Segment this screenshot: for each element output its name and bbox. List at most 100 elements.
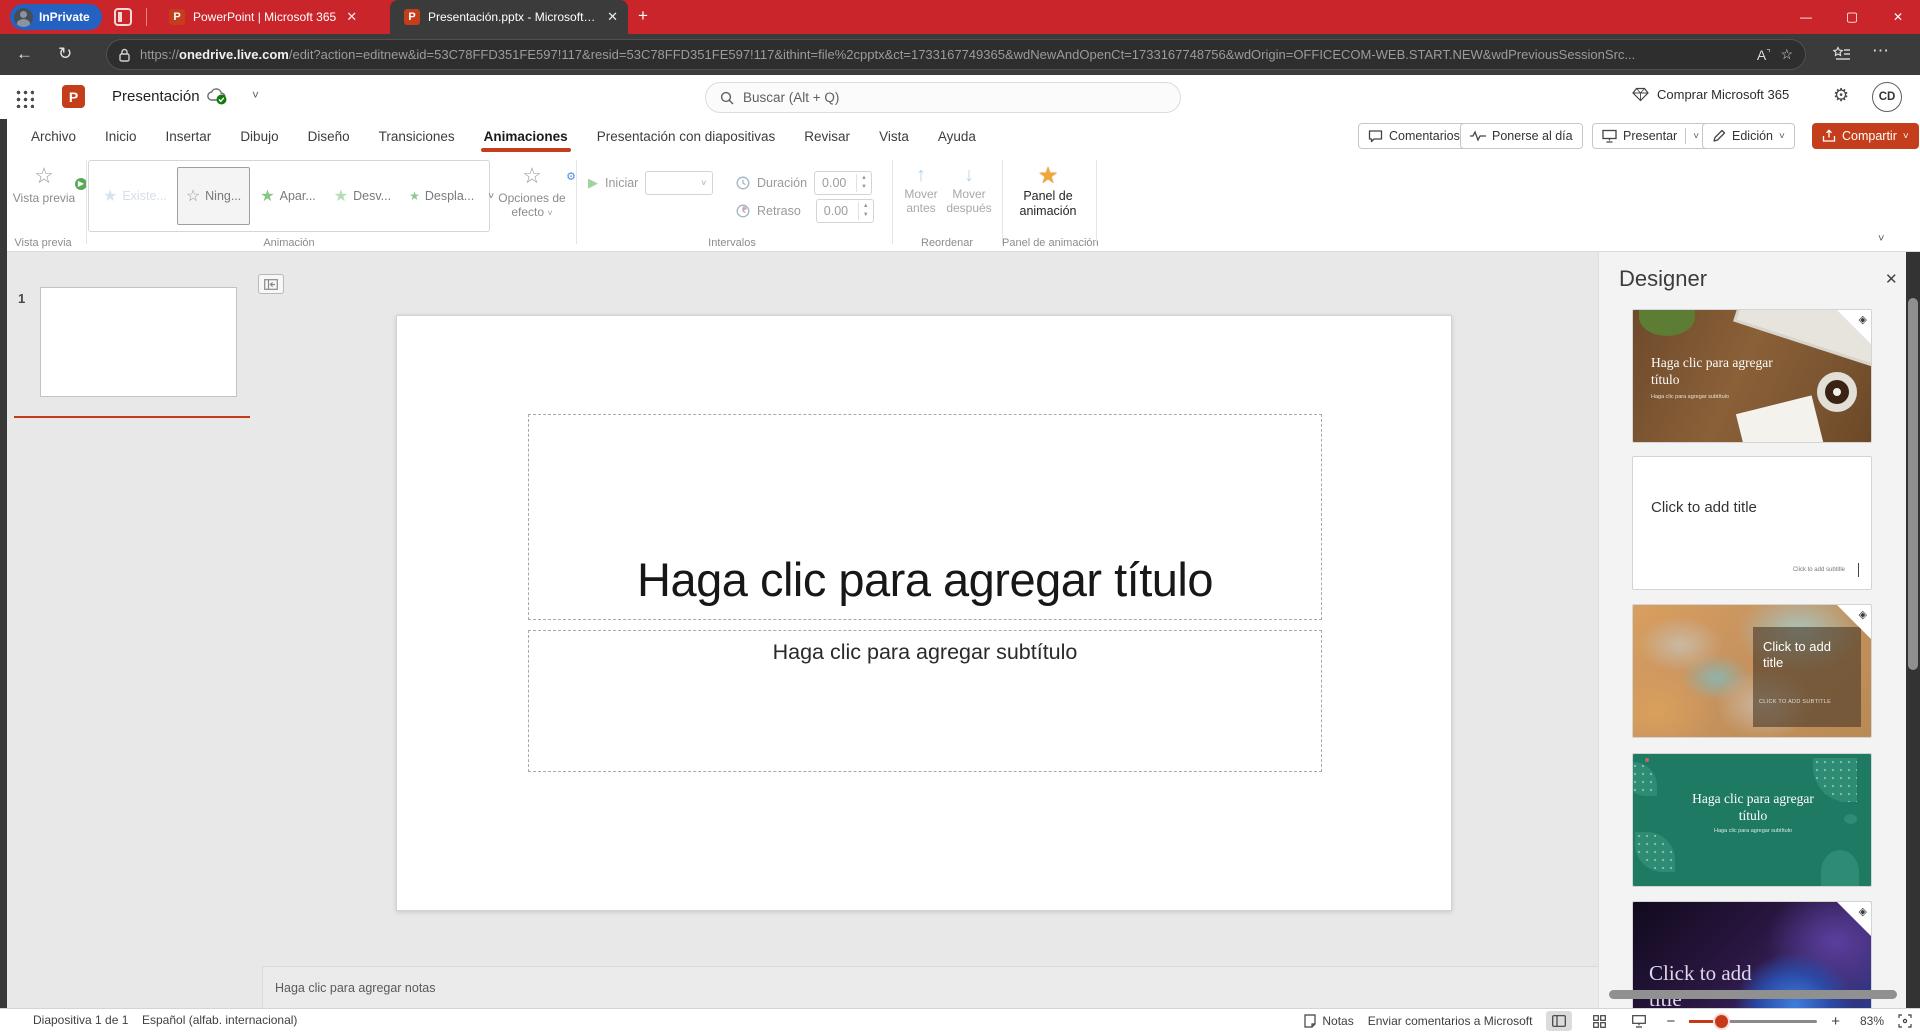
tab-actions-icon[interactable] — [114, 8, 132, 26]
start-dropdown[interactable]: ˅ — [645, 171, 713, 195]
editing-mode-button[interactable]: Edición ˅ — [1702, 123, 1795, 149]
document-title[interactable]: Presentación — [112, 88, 200, 105]
slideshow-view-button[interactable] — [1626, 1011, 1652, 1031]
url-text[interactable]: https://onedrive.live.com/edit?action=ed… — [140, 47, 1747, 62]
animation-aparecer[interactable]: ★ Apar... — [252, 167, 323, 225]
ribbon: ☆ Vista previa Vista previa ★ Existe... … — [0, 153, 1920, 252]
tab-archivo[interactable]: Archivo — [30, 129, 77, 144]
zoom-percentage[interactable]: 83% — [1854, 1014, 1884, 1028]
premium-diamond-icon: ◈ — [1859, 608, 1867, 621]
share-button[interactable]: Compartir ˅ — [1812, 123, 1919, 149]
tab-diseno[interactable]: Diseño — [307, 129, 351, 144]
buy-microsoft365-button[interactable]: Comprar Microsoft 365 — [1632, 87, 1789, 102]
tab-animaciones[interactable]: Animaciones — [483, 129, 569, 144]
slide-thumbnail-1[interactable] — [40, 287, 237, 397]
duration-input[interactable]: 0.00 ▲▼ — [814, 171, 872, 195]
title-placeholder[interactable]: Haga clic para agregar título — [528, 414, 1322, 620]
account-avatar[interactable]: CD — [1872, 82, 1902, 112]
lock-icon — [119, 48, 130, 62]
read-aloud-icon[interactable]: A⌝ — [1757, 47, 1771, 63]
animation-existe[interactable]: ★ Existe... — [95, 167, 175, 225]
tab-title: PowerPoint | Microsoft 365 — [193, 10, 336, 24]
browser-tab-powerpoint[interactable]: P PowerPoint | Microsoft 365 ✕ — [155, 0, 387, 34]
close-window-button[interactable]: ✕ — [1876, 0, 1920, 34]
duration-row: Duración 0.00 ▲▼ — [736, 171, 872, 195]
design-suggestion-1[interactable]: Haga clic para agregar título Haga clic … — [1632, 309, 1872, 443]
maximize-button[interactable]: ▢ — [1830, 0, 1874, 34]
feedback-link[interactable]: Enviar comentarios a Microsoft — [1368, 1014, 1533, 1028]
language-status[interactable]: Español (alfab. internacional) — [142, 1013, 297, 1027]
star-icon: ★ — [103, 186, 117, 206]
tab-dibujo[interactable]: Dibujo — [239, 129, 279, 144]
new-tab-button[interactable]: + — [638, 6, 648, 26]
subtitle-placeholder[interactable]: Haga clic para agregar subtítulo — [528, 630, 1322, 772]
thumbnail-art — [1858, 563, 1859, 577]
gallery-expand-icon[interactable]: ˅ — [488, 191, 494, 202]
vertical-scrollbar[interactable] — [1908, 298, 1918, 670]
refresh-icon[interactable]: ↻ — [58, 43, 72, 65]
close-designer-icon[interactable]: ✕ — [1885, 270, 1898, 288]
app-launcher-icon[interactable] — [14, 88, 34, 108]
favorite-star-icon[interactable]: ☆ — [1780, 46, 1793, 63]
tab-ayuda[interactable]: Ayuda — [937, 129, 977, 144]
gear-icon[interactable]: ⚙ — [1833, 85, 1849, 106]
design-suggestion-4[interactable]: Haga clic para agregar título Haga clic … — [1632, 753, 1872, 887]
spinner-arrows-icon[interactable]: ▲▼ — [858, 202, 873, 220]
tab-inicio[interactable]: Inicio — [104, 129, 138, 144]
powerpoint-logo[interactable]: P — [62, 85, 85, 108]
inprivate-badge[interactable]: InPrivate — [10, 4, 102, 30]
minimize-button[interactable]: — — [1784, 0, 1828, 34]
designer-horizontal-scrollbar[interactable] — [1609, 990, 1897, 999]
move-earlier-button[interactable]: ↑ Mover antes — [896, 163, 946, 215]
browser-tab-presentation[interactable]: P Presentación.pptx - Microsoft Pow ✕ — [390, 0, 628, 34]
animation-pane-button[interactable]: ★ Panel de animación — [1006, 161, 1090, 219]
slide-sorter-view-button[interactable] — [1586, 1011, 1612, 1031]
thumbnail-art — [1821, 850, 1859, 887]
tabstrip-divider — [146, 8, 147, 26]
close-tab-icon[interactable]: ✕ — [607, 9, 618, 25]
delay-input[interactable]: 0.00 ▲▼ — [816, 199, 874, 223]
tab-presentacion-con-diapositivas[interactable]: Presentación con diapositivas — [596, 129, 777, 144]
slide-canvas[interactable]: Haga clic para agregar título Haga clic … — [396, 315, 1452, 911]
favorites-bar-icon[interactable] — [1833, 46, 1851, 62]
slide-count[interactable]: Diapositiva 1 de 1 — [33, 1013, 128, 1027]
present-button[interactable]: Presentar ˅ — [1592, 123, 1709, 149]
zoom-out-button[interactable]: − — [1666, 1013, 1675, 1030]
saved-cloud-icon[interactable] — [205, 87, 229, 105]
tab-vista[interactable]: Vista — [878, 129, 910, 144]
status-bar: Diapositiva 1 de 1 Español (alfab. inter… — [0, 1008, 1920, 1032]
animation-ninguna[interactable]: ☆ Ning... — [177, 167, 250, 225]
tab-revisar[interactable]: Revisar — [803, 129, 851, 144]
animation-desplazar[interactable]: ★ Despla... — [401, 167, 482, 225]
design-suggestion-3[interactable]: Click to add title CLICK TO ADD SUBTITLE… — [1632, 604, 1872, 738]
collapse-ribbon-icon[interactable]: ˅ — [1878, 233, 1884, 245]
preview-button[interactable]: ☆ Vista previa — [8, 161, 80, 205]
catch-up-button[interactable]: Ponerse al día — [1460, 123, 1583, 149]
design-suggestion-2[interactable]: Click to add title Click to add subtitle — [1632, 456, 1872, 590]
browser-menu-icon[interactable]: ⋯ — [1872, 41, 1889, 61]
zoom-slider[interactable] — [1689, 1020, 1817, 1023]
zoom-in-button[interactable]: + — [1831, 1013, 1840, 1030]
thumbnail-art — [1639, 309, 1695, 336]
animation-desvanecer[interactable]: ★ Desv... — [326, 167, 399, 225]
zoom-slider-knob[interactable] — [1715, 1015, 1728, 1028]
address-bar[interactable]: https://onedrive.live.com/edit?action=ed… — [106, 39, 1806, 70]
tab-insertar[interactable]: Insertar — [165, 129, 213, 144]
notes-area[interactable]: Haga clic para agregar notas — [262, 966, 1598, 1008]
search-input[interactable]: Buscar (Alt + Q) — [705, 82, 1181, 113]
move-later-button[interactable]: ↓ Mover después — [944, 163, 994, 215]
normal-view-button[interactable] — [1546, 1011, 1572, 1031]
slideshow-icon — [1632, 1015, 1646, 1028]
spinner-arrows-icon[interactable]: ▲▼ — [856, 174, 871, 192]
tab-transiciones[interactable]: Transiciones — [378, 129, 456, 144]
pulse-icon — [1470, 130, 1486, 142]
chevron-down-icon[interactable]: ˅ — [1685, 128, 1699, 144]
back-icon[interactable]: ← — [16, 43, 33, 65]
notes-toggle[interactable]: Notas — [1304, 1014, 1353, 1028]
close-tab-icon[interactable]: ✕ — [346, 9, 357, 25]
chevron-down-icon[interactable]: ˅ — [252, 88, 259, 102]
collapse-thumbnail-pane-button[interactable] — [258, 274, 284, 294]
fit-to-window-icon[interactable] — [1898, 1014, 1912, 1028]
effect-options-button[interactable]: ☆ Opciones de efecto ˅ — [496, 161, 568, 220]
comments-button[interactable]: Comentarios — [1358, 123, 1470, 149]
